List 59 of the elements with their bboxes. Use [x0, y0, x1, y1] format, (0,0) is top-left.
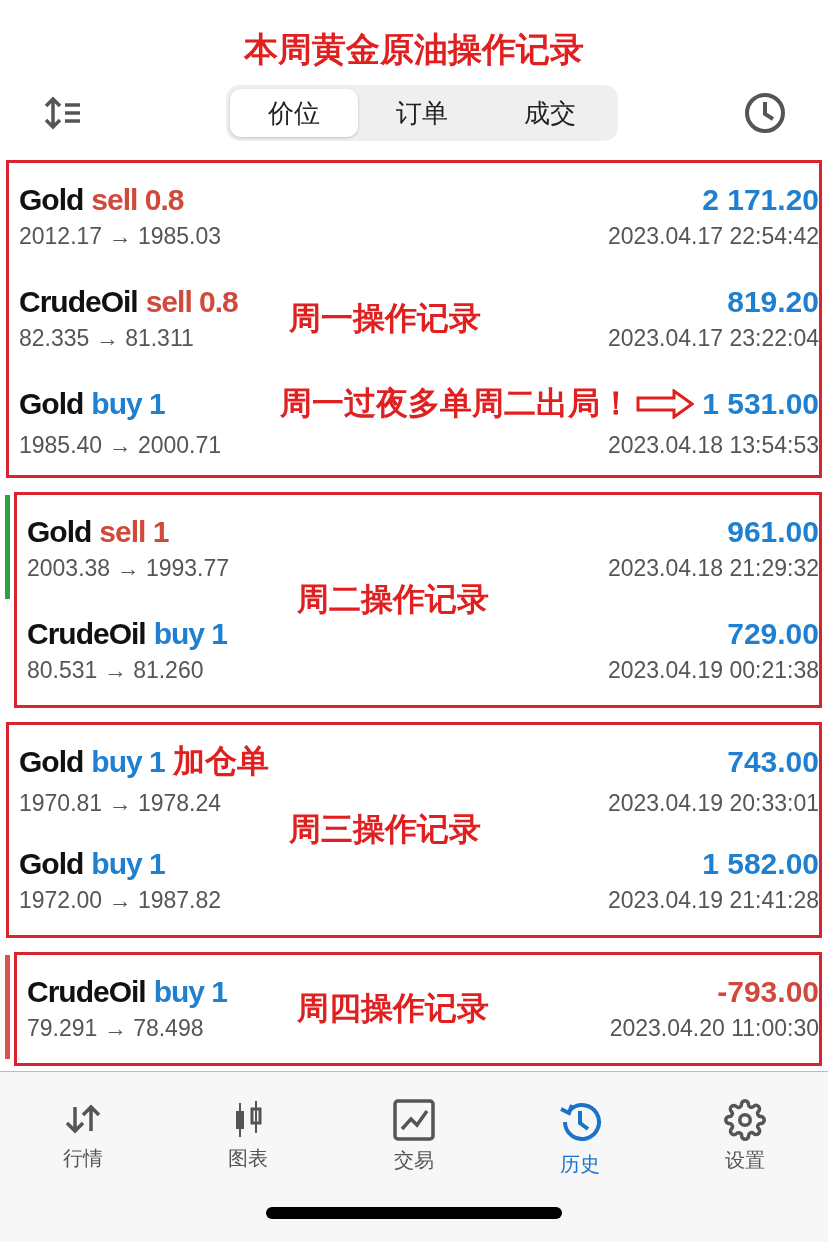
line-chart-icon [393, 1099, 435, 1141]
nav-tab[interactable]: 交易 [359, 1098, 469, 1179]
price-range: 2003.38 → 1993.77 [27, 554, 230, 582]
order-type: sell 0.8 [145, 284, 238, 319]
price-range: 2012.17 → 1985.03 [19, 222, 222, 250]
segment-tab[interactable]: 成交 [486, 89, 614, 137]
profit-value: 743.00 [727, 744, 819, 779]
price-range: 1972.00 → 1987.82 [19, 886, 222, 914]
price-range: 80.531 → 81.260 [27, 656, 204, 684]
order-type: buy 1 [91, 386, 165, 421]
order-type: sell 1 [99, 514, 169, 549]
clock-icon[interactable] [744, 92, 786, 134]
group-label: 周二操作记录 [297, 580, 489, 619]
profit-value: 729.00 [727, 616, 819, 651]
order-type: sell 0.8 [91, 182, 184, 217]
deal-time: 2023.04.18 13:54:53 [607, 431, 819, 459]
nav-tab[interactable]: 图表 [193, 1098, 304, 1179]
segment-tab[interactable]: 订单 [358, 89, 486, 137]
deal-time: 2023.04.20 11:00:30 [609, 1014, 819, 1042]
order-type: buy 1 [91, 846, 165, 881]
order-type: buy 1 [91, 744, 165, 779]
nav-tab[interactable]: 历史 [524, 1098, 635, 1179]
order-type: buy 1 [153, 616, 228, 651]
order-type: buy 1 [153, 974, 228, 1009]
symbol-name: Gold [19, 182, 84, 217]
symbol-name: Gold [19, 386, 84, 421]
sort-icon[interactable] [44, 96, 82, 130]
page-title: 本周黄金原油操作记录 [244, 29, 584, 70]
price-range: 82.335 → 81.311 [19, 324, 194, 352]
price-range: 1985.40 → 2000.71 [19, 431, 222, 459]
profit-value: 1 531.00 [702, 386, 819, 421]
annotation-note: 加仓单 [172, 741, 269, 781]
group-label: 周四操作记录 [297, 989, 489, 1028]
nav-tab[interactable]: 行情 [27, 1098, 138, 1179]
deal-time: 2023.04.17 23:22:04 [607, 324, 819, 352]
annotation-note: 周一过夜多单周二出局！ [280, 383, 633, 423]
deal-time: 2023.04.19 20:33:01 [607, 789, 819, 817]
deal-time: 2023.04.17 22:54:42 [607, 222, 819, 250]
group-label: 周一操作记录 [289, 299, 481, 338]
symbol-name: CrudeOil [27, 616, 146, 651]
profit-value: 2 171.20 [702, 182, 819, 217]
group-label: 周三操作记录 [289, 810, 481, 849]
profit-value: 1 582.00 [702, 846, 819, 881]
profit-value: 819.20 [727, 284, 819, 319]
settings-icon [724, 1099, 767, 1141]
symbol-name: Gold [19, 744, 84, 779]
profit-value: -793.00 [717, 974, 819, 1009]
symbol-name: CrudeOil [19, 284, 138, 319]
symbol-name: Gold [19, 846, 84, 881]
price-range: 1970.81 → 1978.24 [19, 789, 222, 817]
nav-tab[interactable]: 设置 [690, 1098, 801, 1179]
deal-time: 2023.04.18 21:29:32 [607, 554, 819, 582]
price-range: 79.291 → 78.498 [27, 1014, 204, 1042]
deal-time: 2023.04.19 21:41:28 [607, 886, 819, 914]
symbol-name: Gold [27, 514, 92, 549]
segment-tab[interactable]: 价位 [230, 89, 358, 137]
profit-value: 961.00 [727, 514, 819, 549]
deal-time: 2023.04.19 00:21:38 [607, 656, 819, 684]
symbol-name: CrudeOil [27, 974, 146, 1009]
